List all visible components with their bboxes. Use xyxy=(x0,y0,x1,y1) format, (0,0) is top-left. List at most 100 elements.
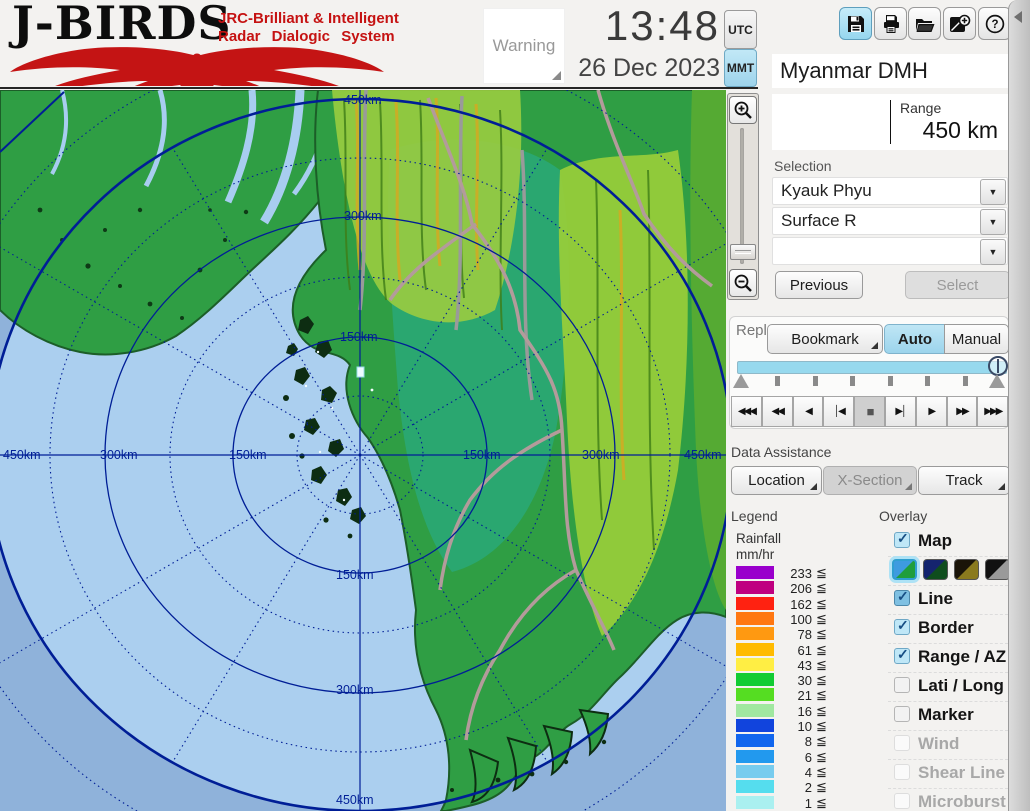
selection-label: Selection xyxy=(774,158,832,174)
panel-collapse-strip[interactable] xyxy=(1008,0,1030,811)
ring-label-300-left: 300km xyxy=(100,448,138,462)
bookmark-label: Bookmark xyxy=(791,331,859,348)
line-checkbox[interactable]: ✓ xyxy=(894,590,910,606)
legend-value: 61 xyxy=(776,643,812,658)
previous-button[interactable]: Previous xyxy=(775,271,863,299)
overlay-item-label: Map xyxy=(918,531,952,551)
overlay-item-label: Range / AZ xyxy=(918,647,1006,667)
legend-suffix: ≦ xyxy=(816,642,827,658)
mmt-button[interactable]: MMT xyxy=(724,49,757,87)
zoom-slider-handle[interactable] xyxy=(730,244,756,260)
check-icon: ✓ xyxy=(897,617,909,634)
extra-dropdown[interactable]: ▼ xyxy=(772,237,1008,265)
legend-suffix: ≦ xyxy=(816,795,827,811)
marker-checkbox[interactable] xyxy=(894,706,910,722)
track-label: Track xyxy=(946,472,983,489)
chevron-down-icon[interactable]: ▼ xyxy=(980,179,1006,205)
map-zoom-control xyxy=(727,93,759,300)
svg-text:?: ? xyxy=(991,19,998,31)
fast-rewind-button[interactable]: ◀◀ xyxy=(762,396,793,427)
check-icon: ✓ xyxy=(897,530,909,547)
stop-button[interactable]: ■ xyxy=(854,396,885,427)
range-az-checkbox[interactable]: ✓ xyxy=(894,648,910,664)
eagle-logo-icon xyxy=(6,44,388,86)
play-button[interactable]: ▶ xyxy=(916,396,947,427)
legend-color-swatch xyxy=(736,765,774,778)
map-style-swatch-3[interactable] xyxy=(954,559,979,580)
wind-checkbox xyxy=(894,735,910,751)
chevron-down-icon[interactable]: ▼ xyxy=(980,209,1006,235)
zoom-in-button[interactable] xyxy=(729,96,757,124)
legend-value: 21 xyxy=(776,688,812,703)
legend-value: 78 xyxy=(776,627,812,642)
ring-label-450-right: 450km xyxy=(684,448,722,462)
legend-value: 206 xyxy=(776,581,812,596)
location-button[interactable]: Location xyxy=(731,466,822,495)
jump-end-button[interactable]: ▶▶▶ xyxy=(977,396,1008,427)
help-icon: ? xyxy=(985,14,1005,34)
jbirds-app: J-BIRDS JRC-Brilliant & Intelligent Rada… xyxy=(0,0,1030,811)
overlay-item-marker: Marker xyxy=(888,704,1008,731)
shear-line-checkbox xyxy=(894,764,910,780)
overlay-item-border: ✓Border xyxy=(888,617,1008,644)
legend-color-swatch xyxy=(736,581,774,594)
zoom-out-button[interactable] xyxy=(729,269,757,297)
clock-time: 13:48 xyxy=(518,0,720,52)
range-divider xyxy=(890,100,891,144)
select-label: Select xyxy=(937,277,979,294)
manual-mode-button[interactable]: Manual xyxy=(944,324,1009,354)
x-section-button[interactable]: X-Section xyxy=(823,466,917,495)
app-logo-title: J-BIRDS xyxy=(12,0,232,50)
border-checkbox[interactable]: ✓ xyxy=(894,619,910,635)
legend-color-swatch xyxy=(736,719,774,732)
map-style-swatch-4[interactable] xyxy=(985,559,1008,580)
timeline-end-marker[interactable] xyxy=(989,374,1005,388)
x-section-label: X-Section xyxy=(837,472,902,489)
map-style-swatches xyxy=(888,557,1008,586)
map-style-swatch-1[interactable] xyxy=(892,559,917,580)
auto-mode-button[interactable]: Auto xyxy=(884,324,946,354)
legend-title-rainfall: Rainfall xyxy=(736,531,781,546)
utc-button[interactable]: UTC xyxy=(724,10,757,49)
product-dropdown[interactable]: Surface R ▼ xyxy=(772,207,1008,235)
step-back-button[interactable]: │◀ xyxy=(823,396,854,427)
chevron-down-icon[interactable]: ▼ xyxy=(980,239,1006,265)
timeline-start-marker[interactable] xyxy=(733,374,749,388)
print-button[interactable] xyxy=(874,7,907,40)
legend-value: 4 xyxy=(776,765,812,780)
map-checkbox[interactable]: ✓ xyxy=(894,532,910,548)
overlay-item-lati-long: Lati / Long xyxy=(888,675,1008,702)
rewind-button[interactable]: ◀ xyxy=(793,396,824,427)
replay-timeline-slider[interactable] xyxy=(737,361,1007,374)
legend-color-swatch xyxy=(736,734,774,747)
jump-start-button[interactable]: ◀◀◀ xyxy=(731,396,762,427)
microburst-checkbox xyxy=(894,793,910,809)
site-dropdown[interactable]: Kyauk Phyu ▼ xyxy=(772,177,1008,205)
overlay-item-label: Microburst xyxy=(918,792,1006,811)
save-button[interactable] xyxy=(839,7,872,40)
help-button[interactable]: ? xyxy=(978,7,1011,40)
open-folder-button[interactable] xyxy=(908,7,941,40)
step-forward-button[interactable]: ▶│ xyxy=(885,396,916,427)
legend-color-swatch xyxy=(736,704,774,717)
logo-tagline-1: JRC-Brilliant & Intelligent xyxy=(218,10,399,27)
select-button[interactable]: Select xyxy=(905,271,1010,299)
legend-suffix: ≦ xyxy=(816,779,827,795)
overlay-item-microburst: Microburst xyxy=(888,791,1008,811)
legend-suffix: ≦ xyxy=(816,611,827,627)
ring-label-450-bottom: 450km xyxy=(336,793,374,807)
legend-suffix: ≦ xyxy=(816,749,827,765)
header-separator xyxy=(0,87,758,89)
track-button[interactable]: Track xyxy=(918,466,1010,495)
fast-forward-button[interactable]: ▶▶ xyxy=(947,396,978,427)
map-style-swatch-2[interactable] xyxy=(923,559,948,580)
bookmark-button[interactable]: Bookmark xyxy=(767,324,883,354)
legend-color-swatch xyxy=(736,643,774,656)
replay-slider-handle[interactable] xyxy=(988,356,1008,376)
clock-date: 26 Dec 2023 xyxy=(518,52,720,84)
legend-value: 10 xyxy=(776,719,812,734)
radar-map[interactable]: 450km 300km 150km 150km 300km 450km 450k… xyxy=(0,90,726,811)
lati-long-checkbox[interactable] xyxy=(894,677,910,693)
add-capture-button[interactable] xyxy=(943,7,976,40)
ring-label-450-top: 450km xyxy=(344,93,382,107)
